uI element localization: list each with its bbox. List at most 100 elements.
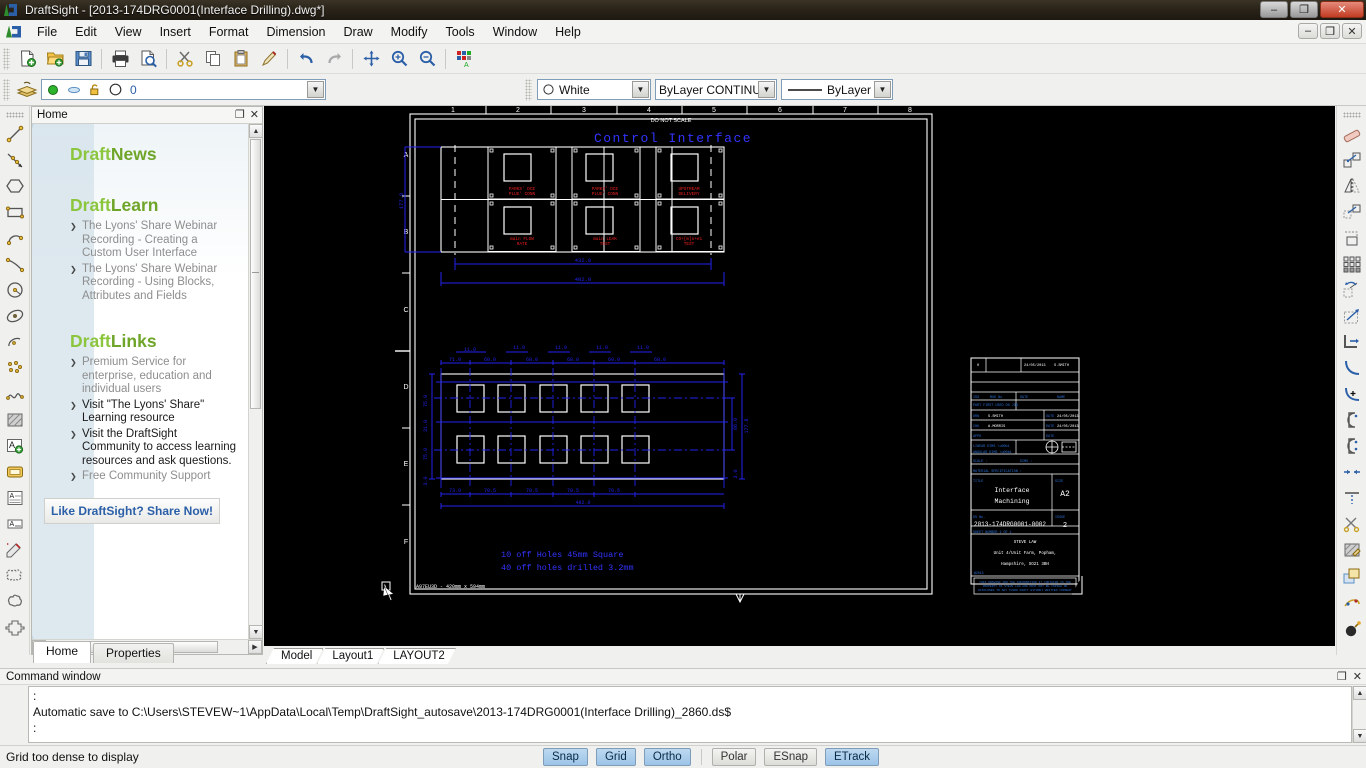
menu-draw[interactable]: Draw xyxy=(335,22,382,42)
line-icon[interactable] xyxy=(2,121,28,147)
scale-icon[interactable] xyxy=(1339,329,1365,355)
open-file-icon[interactable] xyxy=(42,46,68,72)
redo-icon[interactable] xyxy=(321,46,347,72)
copy-object-icon[interactable] xyxy=(1339,147,1365,173)
command-scroll-down-icon[interactable]: ▼ xyxy=(1353,729,1366,743)
save-icon[interactable] xyxy=(70,46,96,72)
toolbar-grip[interactable] xyxy=(5,112,24,118)
layer-selector[interactable]: 0 ▼ xyxy=(41,79,326,100)
rotate-icon[interactable] xyxy=(1339,277,1365,303)
fillet-icon[interactable] xyxy=(1339,355,1365,381)
array-icon[interactable] xyxy=(1339,251,1365,277)
point-icon[interactable] xyxy=(2,355,28,381)
menu-edit[interactable]: Edit xyxy=(66,22,106,42)
list-item[interactable]: Visit "The Lyons' Share" Learning resour… xyxy=(70,399,238,426)
split-icon[interactable] xyxy=(1339,407,1365,433)
share-button[interactable]: Like DraftSight? Share Now! xyxy=(44,497,220,524)
block-icon[interactable] xyxy=(1339,563,1365,589)
erase-icon[interactable] xyxy=(1339,121,1365,147)
fillet-add-icon[interactable] xyxy=(1339,381,1365,407)
list-item[interactable]: Free Community Support xyxy=(70,470,238,484)
menu-window[interactable]: Window xyxy=(484,22,546,42)
list-item[interactable]: Premium Service for enterprise, educatio… xyxy=(70,356,238,397)
join-icon[interactable] xyxy=(1339,459,1365,485)
command-scroll-up-icon[interactable]: ▲ xyxy=(1353,686,1366,700)
scroll-up-arrow-icon[interactable]: ▲ xyxy=(249,124,262,138)
layers-icon[interactable] xyxy=(14,77,40,103)
command-scrollbar[interactable]: ▲ ▼ xyxy=(1352,686,1366,743)
elliptical-arc-icon[interactable] xyxy=(2,329,28,355)
print-preview-icon[interactable] xyxy=(135,46,161,72)
panel-close-icon[interactable]: ✕ xyxy=(250,108,259,121)
command-float-button[interactable]: ❐ xyxy=(1337,670,1347,683)
menu-dimension[interactable]: Dimension xyxy=(257,22,334,42)
link-text[interactable]: The Lyons' Share Webinar Recording - Usi… xyxy=(82,263,217,302)
color-selector[interactable]: White ▼ xyxy=(537,79,651,100)
ellipse-icon[interactable] xyxy=(2,303,28,329)
properties-palette-icon[interactable]: A xyxy=(451,46,477,72)
link-text[interactable]: The Lyons' Share Webinar Recording - Cre… xyxy=(82,220,217,259)
list-item[interactable]: Visit the DraftSight Community to access… xyxy=(70,428,238,469)
toggle-ortho[interactable]: Ortho xyxy=(643,748,691,766)
toggle-polar[interactable]: Polar xyxy=(711,748,757,766)
doc-minimize-button[interactable]: – xyxy=(1298,23,1318,39)
link-text[interactable]: Visit "The Lyons' Share" Learning resour… xyxy=(82,399,204,425)
list-item[interactable]: The Lyons' Share Webinar Recording - Cre… xyxy=(70,220,238,261)
tab-home[interactable]: Home xyxy=(33,641,92,663)
mirror-icon[interactable] xyxy=(1339,173,1365,199)
cloud-icon[interactable] xyxy=(2,589,28,615)
toolbar-grip[interactable] xyxy=(3,47,10,70)
lineweight-selector[interactable]: ByLayer ▼ xyxy=(781,79,893,100)
list-item[interactable]: The Lyons' Share Webinar Recording - Usi… xyxy=(70,263,238,304)
linetype-selector[interactable]: ByLayer CONTINU ▼ xyxy=(655,79,777,100)
command-close-icon[interactable]: ✕ xyxy=(1353,670,1362,683)
tab-layout2[interactable]: LAYOUT2 xyxy=(378,648,456,664)
panel-vertical-scrollbar[interactable]: ▲ ▼ xyxy=(248,124,262,639)
pan-icon[interactable] xyxy=(358,46,384,72)
minimize-button[interactable]: – xyxy=(1260,1,1288,18)
menu-view[interactable]: View xyxy=(106,22,151,42)
trim-icon[interactable] xyxy=(1339,511,1365,537)
toggle-grid[interactable]: Grid xyxy=(595,748,636,766)
color-dropdown-arrow[interactable]: ▼ xyxy=(632,81,649,98)
linetype-dropdown-arrow[interactable]: ▼ xyxy=(758,81,775,98)
tab-model[interactable]: Model xyxy=(266,648,323,664)
single-line-text-icon[interactable]: A xyxy=(2,511,28,537)
split-at-point-icon[interactable] xyxy=(1339,433,1365,459)
cut-icon[interactable] xyxy=(172,46,198,72)
menu-file[interactable]: File xyxy=(28,22,66,42)
explode-block-icon[interactable] xyxy=(1339,589,1365,615)
move-icon[interactable] xyxy=(1339,303,1365,329)
hatch-icon[interactable] xyxy=(2,407,28,433)
edit-hatch-icon[interactable] xyxy=(1339,537,1365,563)
undo-icon[interactable] xyxy=(293,46,319,72)
note-icon[interactable] xyxy=(2,459,28,485)
arc-3point-icon[interactable] xyxy=(2,251,28,277)
simple-note-icon[interactable]: A xyxy=(2,485,28,511)
menu-insert[interactable]: Insert xyxy=(151,22,200,42)
circle-icon[interactable] xyxy=(2,277,28,303)
infinite-line-icon[interactable] xyxy=(2,147,28,173)
lineweight-dropdown-arrow[interactable]: ▼ xyxy=(874,81,891,98)
command-history[interactable]: : Automatic save to C:\Users\STEVEW~1\Ap… xyxy=(28,686,1352,743)
restore-button[interactable]: ❐ xyxy=(1290,1,1318,18)
toolbar-grip[interactable] xyxy=(1342,112,1361,118)
cloud-revision-icon[interactable] xyxy=(2,563,28,589)
region-icon[interactable] xyxy=(2,615,28,641)
drawing-canvas[interactable]: 1 2 3 4 5 6 7 8 A B C D E F DO NOT SCALE Control I… xyxy=(264,106,1335,646)
new-file-icon[interactable] xyxy=(14,46,40,72)
layer-dropdown-arrow[interactable]: ▼ xyxy=(307,81,324,98)
polygon-icon[interactable] xyxy=(2,173,28,199)
scroll-down-arrow-icon[interactable]: ▼ xyxy=(249,625,262,639)
offset-icon[interactable] xyxy=(1339,199,1365,225)
add-text-icon[interactable]: A xyxy=(2,433,28,459)
menu-format[interactable]: Format xyxy=(200,22,258,42)
toggle-esnap[interactable]: ESnap xyxy=(764,748,818,766)
link-text[interactable]: Visit the DraftSight Community to access… xyxy=(82,428,236,467)
print-icon[interactable] xyxy=(107,46,133,72)
scroll-right-arrow-icon[interactable]: ▶ xyxy=(248,640,262,654)
link-text[interactable]: Premium Service for enterprise, educatio… xyxy=(82,356,212,395)
tab-properties[interactable]: Properties xyxy=(93,643,174,663)
edit-annotation-icon[interactable] xyxy=(2,537,28,563)
menu-modify[interactable]: Modify xyxy=(382,22,437,42)
